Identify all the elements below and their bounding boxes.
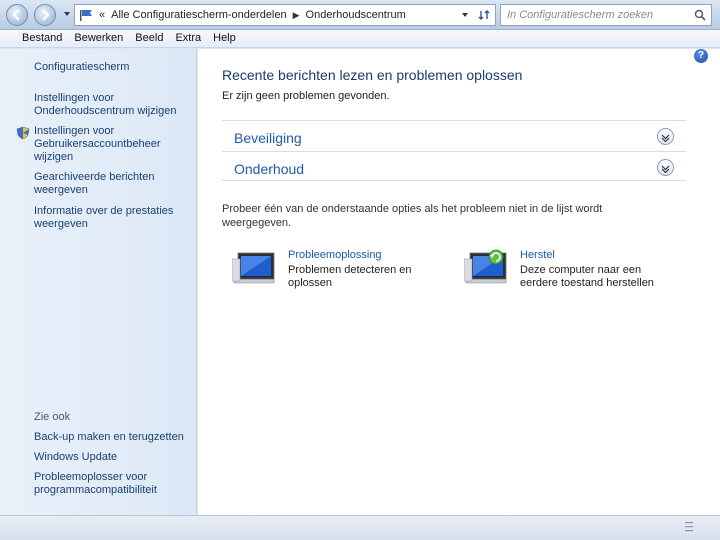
uac-shield-icon — [16, 126, 30, 140]
menu-file[interactable]: Bestand — [16, 30, 68, 47]
recovery-title[interactable]: Herstel — [520, 249, 555, 261]
breadcrumb-all-items[interactable]: Alle Configuratiescherm-onderdelen — [111, 9, 286, 21]
expand-maintenance-button[interactable] — [657, 159, 674, 176]
breadcrumb-prefix[interactable]: « — [99, 9, 105, 21]
menu-bar: Bestand Bewerken Beeld Extra Help — [0, 30, 720, 48]
status-bar — [0, 515, 720, 540]
troubleshooting-title[interactable]: Probleemoplossing — [288, 249, 382, 261]
troubleshooting-desc: Problemen detecteren en oplossen — [288, 264, 412, 289]
help-icon[interactable]: ? — [694, 49, 708, 63]
address-dropdown-icon[interactable] — [461, 11, 469, 19]
refresh-icon[interactable] — [477, 8, 491, 22]
search-icon[interactable] — [694, 9, 706, 21]
view-archived-messages-link[interactable]: Gearchiveerde berichten weergeven — [34, 171, 194, 197]
program-compatibility-troubleshooter-link[interactable]: Probleemoplosser voor programmacompatibi… — [34, 471, 194, 497]
menu-tools[interactable]: Extra — [169, 30, 207, 47]
chevron-down-icon — [661, 165, 670, 173]
backup-restore-link[interactable]: Back-up maken en terugzetten — [34, 431, 194, 444]
search-placeholder: In Configuratiescherm zoeken — [507, 9, 654, 21]
address-toolbar: « Alle Configuratiescherm-onderdelen ▶ O… — [0, 0, 720, 30]
task-pane: Configuratiescherm Instellingen voor Ond… — [0, 49, 197, 515]
recovery-desc: Deze computer naar een eerdere toestand … — [520, 264, 654, 289]
windows-update-link[interactable]: Windows Update — [34, 451, 194, 464]
section-security-label[interactable]: Beveiliging — [234, 130, 302, 146]
see-also-heading: Zie ook — [34, 411, 71, 423]
main-content: ? Recente berichten lezen en problemen o… — [198, 49, 720, 515]
change-action-center-settings-link[interactable]: Instellingen voor Onderhoudscentrum wijz… — [34, 92, 194, 118]
section-maintenance[interactable]: Onderhoud — [222, 151, 686, 181]
breadcrumb-separator-icon[interactable]: ▶ — [293, 10, 300, 21]
change-uac-settings-link[interactable]: Instellingen voor Gebruikersaccountbehee… — [34, 125, 194, 164]
breadcrumb-action-center[interactable]: Onderhoudscentrum — [306, 9, 406, 21]
section-maintenance-label[interactable]: Onderhoud — [234, 161, 304, 177]
address-field[interactable]: « Alle Configuratiescherm-onderdelen ▶ O… — [74, 4, 496, 26]
section-security[interactable]: Beveiliging — [222, 120, 686, 150]
expand-security-button[interactable] — [657, 128, 674, 145]
chevron-down-icon — [661, 134, 670, 142]
control-panel-home-link[interactable]: Configuratiescherm — [34, 61, 194, 74]
control-panel-flag-icon — [80, 10, 92, 21]
arrow-right-icon — [42, 9, 50, 21]
troubleshooting-monitor-icon — [232, 252, 275, 284]
view-performance-info-link[interactable]: Informatie over de prestaties weergeven — [34, 205, 194, 231]
menu-view[interactable]: Beeld — [129, 30, 169, 47]
arrow-left-icon — [12, 9, 20, 21]
back-button[interactable] — [6, 4, 28, 26]
recent-pages-dropdown-icon[interactable] — [63, 10, 71, 18]
forward-button[interactable] — [34, 4, 56, 26]
resize-grip-icon[interactable] — [684, 520, 694, 534]
search-input[interactable]: In Configuratiescherm zoeken — [500, 4, 712, 26]
status-message: Er zijn geen problemen gevonden. — [222, 90, 390, 102]
menu-edit[interactable]: Bewerken — [68, 30, 129, 47]
page-title: Recente berichten lezen en problemen opl… — [222, 67, 523, 83]
menu-help[interactable]: Help — [207, 30, 242, 47]
troubleshoot-hint: Probeer één van de onderstaande opties a… — [222, 203, 603, 229]
recovery-monitor-icon — [464, 249, 507, 284]
